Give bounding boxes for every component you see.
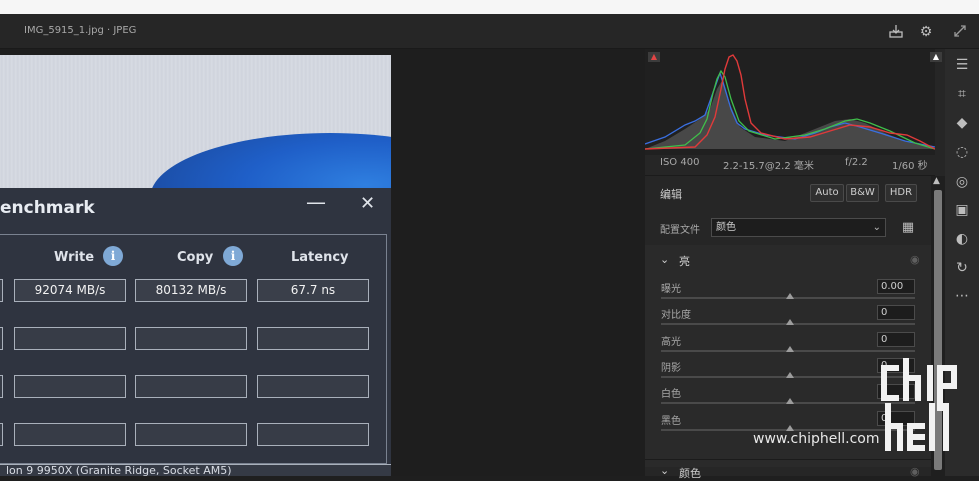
auto-button[interactable]: Auto <box>810 184 844 202</box>
light-section-title[interactable]: 亮 <box>679 253 690 269</box>
filename-separator: · <box>103 25 114 36</box>
whites-slider-thumb[interactable] <box>786 398 794 404</box>
result-cell <box>257 375 369 398</box>
slider-label-exposure: 曝光 <box>661 284 681 295</box>
slider-label-whites: 白色 <box>661 389 681 400</box>
eye-icon[interactable]: ◉ <box>910 253 920 266</box>
presets-icon[interactable]: ▣ <box>953 201 971 219</box>
exposure-value-input[interactable]: 0.00 <box>877 279 915 294</box>
shadows-slider-thumb[interactable] <box>786 372 794 378</box>
watermark-logo <box>878 357 968 458</box>
photo-preview[interactable]: enchmark — ✕ Write i Copy i Latency 9207… <box>0 55 391 476</box>
expand-icon[interactable] <box>951 23 969 41</box>
slider-label-contrast: 对比度 <box>661 310 691 321</box>
file-title: IMG_5915_1.jpg · JPEG <box>24 25 136 36</box>
contrast-slider-thumb[interactable] <box>786 319 794 325</box>
profile-browser-icon[interactable]: ▦ <box>900 220 916 236</box>
column-header-latency: Latency <box>291 250 349 265</box>
result-cell <box>14 375 126 398</box>
contrast-value-input[interactable]: 0 <box>877 305 915 320</box>
download-icon[interactable] <box>887 23 905 41</box>
chiphell-logo <box>881 357 957 451</box>
divider <box>645 175 935 176</box>
color-section-title[interactable]: 颜色 <box>679 465 701 481</box>
slider-label-blacks: 黑色 <box>661 416 681 427</box>
slider-label-shadows: 阴影 <box>661 363 681 374</box>
benchmark-title: enchmark <box>0 198 95 218</box>
minimize-icon: — <box>306 190 326 214</box>
highlights-slider-thumb[interactable] <box>786 346 794 352</box>
column-header-write: Write <box>54 250 95 265</box>
result-cell <box>0 279 3 302</box>
chevron-down-icon: ⌄ <box>872 222 881 233</box>
eraser-icon[interactable]: ◆ <box>953 114 971 132</box>
file-format: JPEG <box>113 25 137 36</box>
watermark-url: www.chiphell.com <box>753 431 880 447</box>
results-table: Write i Copy i Latency 92074 MB/s 80132 … <box>0 234 387 464</box>
result-cell <box>257 423 369 446</box>
slider-label-highlights: 高光 <box>661 337 681 348</box>
filename-text: IMG_5915_1.jpg <box>24 25 104 36</box>
scroll-up-icon[interactable]: ▲ <box>933 176 940 186</box>
snapshot-icon[interactable]: ◐ <box>953 230 971 248</box>
result-cell <box>257 327 369 350</box>
result-cell <box>135 327 247 350</box>
exif-shutter: 1/60 秒 <box>892 161 928 172</box>
benchmark-window: enchmark — ✕ Write i Copy i Latency 9207… <box>0 188 391 476</box>
result-cell <box>14 423 126 446</box>
result-cell <box>135 423 247 446</box>
result-cell <box>135 375 247 398</box>
exif-iso: ISO 400 <box>660 157 700 168</box>
browser-top-strip <box>0 0 979 14</box>
result-cell <box>0 423 3 446</box>
exif-aperture: f/2.2 <box>845 157 868 168</box>
highlight-clipping-icon[interactable]: ▲ <box>930 52 942 62</box>
info-icon: i <box>223 246 243 266</box>
close-icon: ✕ <box>360 193 376 214</box>
more-icon[interactable]: ⋯ <box>953 287 971 305</box>
result-cell <box>0 327 3 350</box>
result-cell <box>0 375 3 398</box>
exposure-slider-thumb[interactable] <box>786 293 794 299</box>
exif-lens: 2.2-15.7@2.2 毫米 <box>723 161 814 172</box>
histogram: ▲ ▲ <box>644 49 942 155</box>
redeye-icon[interactable]: ◎ <box>953 173 971 191</box>
mask-icon[interactable]: ◌ <box>953 143 971 161</box>
result-cell <box>14 327 126 350</box>
latency-value: 67.7 ns <box>257 279 369 302</box>
chevron-down-icon[interactable]: ⌄ <box>660 253 669 266</box>
crop-icon[interactable]: ⌗ <box>953 85 971 103</box>
divider <box>645 459 935 460</box>
chevron-down-icon[interactable]: ⌄ <box>660 464 669 477</box>
edit-sliders-icon[interactable]: ☰ <box>953 56 971 74</box>
column-header-copy: Copy <box>177 250 214 265</box>
profile-value: 颜色 <box>716 222 736 233</box>
copy-value: 80132 MB/s <box>135 279 247 302</box>
bw-button[interactable]: B&W <box>846 184 879 202</box>
profile-label: 配置文件 <box>660 225 700 236</box>
edit-label: 编辑 <box>660 188 682 201</box>
sync-icon[interactable]: ↻ <box>953 259 971 277</box>
cpu-info-line: lon 9 9950X (Granite Ridge, Socket AM5) <box>0 464 391 476</box>
editor-header: IMG_5915_1.jpg · JPEG ⚙ <box>0 14 979 49</box>
write-value: 92074 MB/s <box>14 279 126 302</box>
highlights-value-input[interactable]: 0 <box>877 332 915 347</box>
profile-select[interactable]: 颜色 ⌄ <box>711 218 886 237</box>
eye-icon[interactable]: ◉ <box>910 465 920 478</box>
gear-icon[interactable]: ⚙ <box>917 23 935 41</box>
shadow-clipping-icon[interactable]: ▲ <box>648 52 660 62</box>
histogram-graph <box>644 54 936 150</box>
hdr-button[interactable]: HDR <box>885 184 917 202</box>
info-icon: i <box>103 246 123 266</box>
